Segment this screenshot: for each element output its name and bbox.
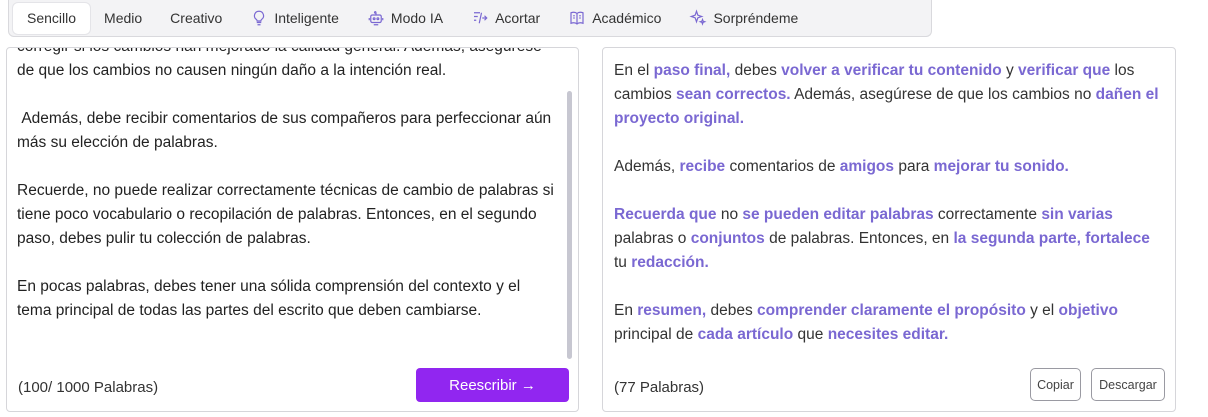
unchanged-text: comentarios de [725, 158, 840, 175]
mode-tab-label: Académico [592, 10, 662, 26]
changed-phrase[interactable]: conjuntos [691, 230, 765, 247]
unchanged-text: En el [614, 62, 654, 79]
mode-tab-creativo[interactable]: Creativo [156, 3, 236, 34]
changed-phrase[interactable]: sin varias [1041, 206, 1113, 223]
unchanged-text: para [894, 158, 934, 175]
copy-button[interactable]: Copiar [1030, 368, 1081, 401]
mode-tab-sorpréndeme[interactable]: Sorpréndeme [675, 3, 812, 34]
output-panel: En el paso final, debes volver a verific… [602, 47, 1176, 412]
mode-selector-bar: Sencillo Medio Creativo Inteligente Modo IA A… [8, 0, 932, 37]
unchanged-text: En [614, 302, 638, 319]
mode-tab-label: Modo IA [390, 10, 444, 26]
output-paragraph: Recuerda que no se pueden editar palabra… [614, 203, 1164, 275]
mode-tab-label: Sorpréndeme [713, 10, 799, 26]
input-paragraph: corregir si los cambios han mejorado la … [17, 48, 542, 79]
output-paragraph: Además, recibe comentarios de amigos par… [614, 155, 1164, 179]
mode-tab-label: Medio [104, 10, 143, 26]
mode-tab-label: Inteligente [274, 10, 339, 26]
input-text-area[interactable]: corregir si los cambios han mejorado la … [17, 48, 557, 362]
unchanged-text: y el [1025, 302, 1059, 319]
unchanged-text: palabras o [614, 230, 691, 247]
changed-phrase[interactable]: resumen, [637, 302, 706, 319]
changed-phrase[interactable]: recibe [679, 158, 725, 175]
changed-phrase[interactable]: Recuerda que [614, 206, 717, 223]
unchanged-text: tu [614, 254, 632, 271]
changed-phrase[interactable]: redacción. [631, 254, 709, 271]
rewrite-button[interactable]: Reescribir → [416, 368, 569, 402]
output-text-area: En el paso final, debes volver a verific… [614, 59, 1164, 371]
mode-tab-acortar[interactable]: Acortar [457, 3, 554, 34]
output-paragraph: En el paso final, debes volver a verific… [614, 59, 1164, 131]
input-paragraph: Además, debe recibir comentarios de sus … [17, 110, 556, 151]
changed-phrase[interactable]: se pueden editar palabras [742, 206, 933, 223]
input-paragraph: En pocas palabras, debes tener una sólid… [17, 278, 525, 319]
mode-tab-modo-ia[interactable]: Modo IA [353, 3, 457, 34]
unchanged-text: y [1001, 62, 1019, 79]
book-icon [568, 9, 586, 27]
unchanged-text: debes [706, 302, 758, 319]
input-scrollbar[interactable] [567, 91, 572, 359]
robot-icon [367, 9, 385, 27]
mode-tab-medio[interactable]: Medio [90, 3, 156, 34]
changed-phrase[interactable]: comprender claramente el propósito [757, 302, 1026, 319]
mode-tab-sencillo[interactable]: Sencillo [13, 2, 91, 34]
changed-phrase[interactable]: objetivo [1059, 302, 1118, 319]
mode-tab-label: Acortar [495, 10, 541, 26]
output-paragraph: En resumen, debes comprender claramente … [614, 299, 1164, 347]
changed-phrase[interactable]: mejorar tu sonido. [934, 158, 1069, 175]
changed-phrase[interactable]: paso final, [654, 62, 731, 79]
mode-tab-label: Sencillo [27, 10, 77, 26]
unchanged-text: correctamente [933, 206, 1042, 223]
download-button[interactable]: Descargar [1091, 368, 1165, 401]
changed-phrase[interactable]: amigos [840, 158, 894, 175]
input-paragraph: Recuerde, no puede realizar correctament… [17, 182, 554, 247]
changed-phrase[interactable]: cada artículo [698, 326, 794, 343]
changed-phrase[interactable]: necesites editar. [828, 326, 949, 343]
input-word-count: (100/ 1000 Palabras) [18, 379, 159, 396]
output-word-count: (77 Palabras) [614, 379, 705, 396]
unchanged-text: de palabras. Entonces, en [764, 230, 954, 247]
sparkle-icon [689, 9, 707, 27]
unchanged-text: que [793, 326, 828, 343]
changed-phrase[interactable]: sean correctos. [676, 86, 791, 103]
unchanged-text: Además, [614, 158, 680, 175]
unchanged-text: principal de [614, 326, 698, 343]
mode-tab-inteligente[interactable]: Inteligente [236, 3, 353, 34]
mode-tab-label: Creativo [170, 10, 223, 26]
shorten-icon [471, 9, 489, 27]
unchanged-text: debes [730, 62, 782, 79]
changed-phrase[interactable]: la segunda parte, fortalece [953, 230, 1149, 247]
changed-phrase[interactable]: verificar que [1018, 62, 1110, 79]
lightbulb-icon [250, 9, 268, 27]
changed-phrase[interactable]: volver a verificar tu contenido [781, 62, 1002, 79]
mode-tab-académico[interactable]: Académico [554, 3, 675, 34]
unchanged-text: Además, asegúrese de que los cambios no [790, 86, 1096, 103]
unchanged-text: no [716, 206, 743, 223]
input-panel: corregir si los cambios han mejorado la … [6, 47, 579, 412]
